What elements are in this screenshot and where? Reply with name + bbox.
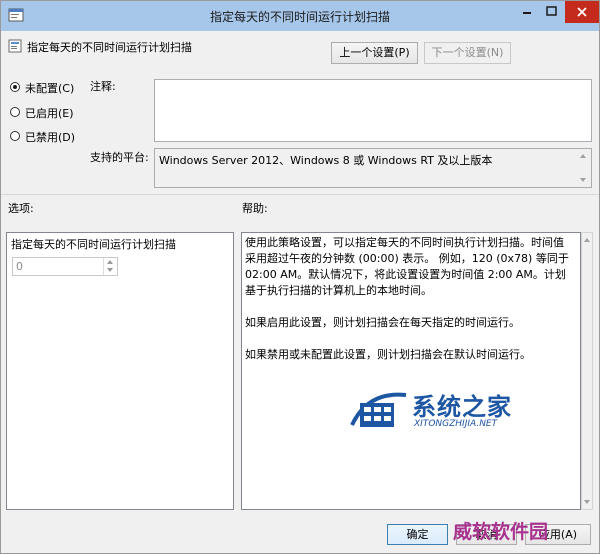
help-paragraph: 如果启用此设置，则计划扫描会在每天指定的时间运行。 — [245, 316, 520, 329]
ok-button[interactable]: 确定 — [387, 524, 448, 545]
options-panel: 指定每天的不同时间运行计划扫描 0 — [6, 232, 234, 510]
watermark-title: 系统之家 — [412, 393, 512, 421]
help-paragraph: 如果禁用或未配置此设置，则计划扫描会在默认时间运行。 — [245, 348, 531, 361]
radio-button[interactable] — [10, 82, 20, 92]
scroll-up-icon[interactable] — [580, 154, 586, 158]
site-watermark: 系统之家 XITONGZHIJIA.NET — [348, 385, 523, 437]
comment-label: 注释: — [90, 80, 116, 93]
spinner-buttons[interactable] — [103, 258, 117, 275]
next-setting-button[interactable]: 下一个设置(N) — [424, 42, 511, 64]
radio-label: 已启用(E) — [25, 107, 74, 120]
platform-scrollbar[interactable] — [576, 149, 591, 187]
watermark-logo-icon — [350, 392, 407, 427]
radio-label: 已禁用(D) — [25, 131, 76, 144]
platform-label: 支持的平台: — [90, 151, 149, 164]
scroll-up-icon[interactable] — [584, 238, 590, 242]
help-text: 使用此策略设置，可以指定每天的不同时间执行计划扫描。时间值采用超过午夜的分钟数 … — [245, 235, 573, 379]
help-panel: 使用此策略设置，可以指定每天的不同时间执行计划扫描。时间值采用超过午夜的分钟数 … — [241, 232, 581, 510]
radio-button[interactable] — [10, 107, 20, 117]
radio-button[interactable] — [10, 131, 20, 141]
spin-up-icon[interactable] — [107, 260, 113, 264]
help-paragraph: 使用此策略设置，可以指定每天的不同时间执行计划扫描。时间值采用超过午夜的分钟数 … — [245, 236, 569, 297]
previous-setting-button[interactable]: 上一个设置(P) — [331, 42, 418, 64]
comment-textarea[interactable] — [154, 79, 592, 142]
radio-selected-dot — [13, 85, 17, 89]
help-heading: 帮助: — [242, 202, 268, 215]
policy-name: 指定每天的不同时间运行计划扫描 — [27, 41, 192, 54]
spin-down-icon[interactable] — [107, 268, 113, 272]
close-icon — [577, 7, 587, 17]
scroll-down-icon[interactable] — [584, 500, 590, 504]
spinner-value: 0 — [16, 260, 23, 273]
schedule-time-spinner[interactable]: 0 — [12, 257, 118, 276]
watermark-url: XITONGZHIJIA.NET — [414, 419, 498, 429]
close-button[interactable] — [565, 1, 599, 23]
policy-setting-icon — [8, 39, 22, 53]
policy-settings-dialog: 指定每天的不同时间运行计划扫描 指定每天的不同时间运行计划扫描 上一个设置(P)… — [0, 0, 600, 554]
section-divider — [1, 194, 599, 195]
supported-platform-field: Windows Server 2012、Windows 8 或 Windows … — [154, 148, 592, 188]
title-bar[interactable]: 指定每天的不同时间运行计划扫描 — [1, 1, 599, 31]
maximize-button[interactable] — [539, 1, 564, 23]
corner-watermark: 威软软件园 — [453, 521, 549, 543]
scroll-down-icon[interactable] — [580, 178, 586, 182]
window-title: 指定每天的不同时间运行计划扫描 — [209, 10, 390, 24]
minimize-button[interactable] — [515, 1, 539, 23]
help-scrollbar[interactable] — [581, 232, 593, 510]
supported-platform-value: Windows Server 2012、Windows 8 或 Windows … — [159, 154, 493, 167]
options-heading: 选项: — [8, 202, 34, 215]
radio-label: 未配置(C) — [25, 82, 75, 95]
schedule-time-label: 指定每天的不同时间运行计划扫描 — [11, 238, 176, 251]
